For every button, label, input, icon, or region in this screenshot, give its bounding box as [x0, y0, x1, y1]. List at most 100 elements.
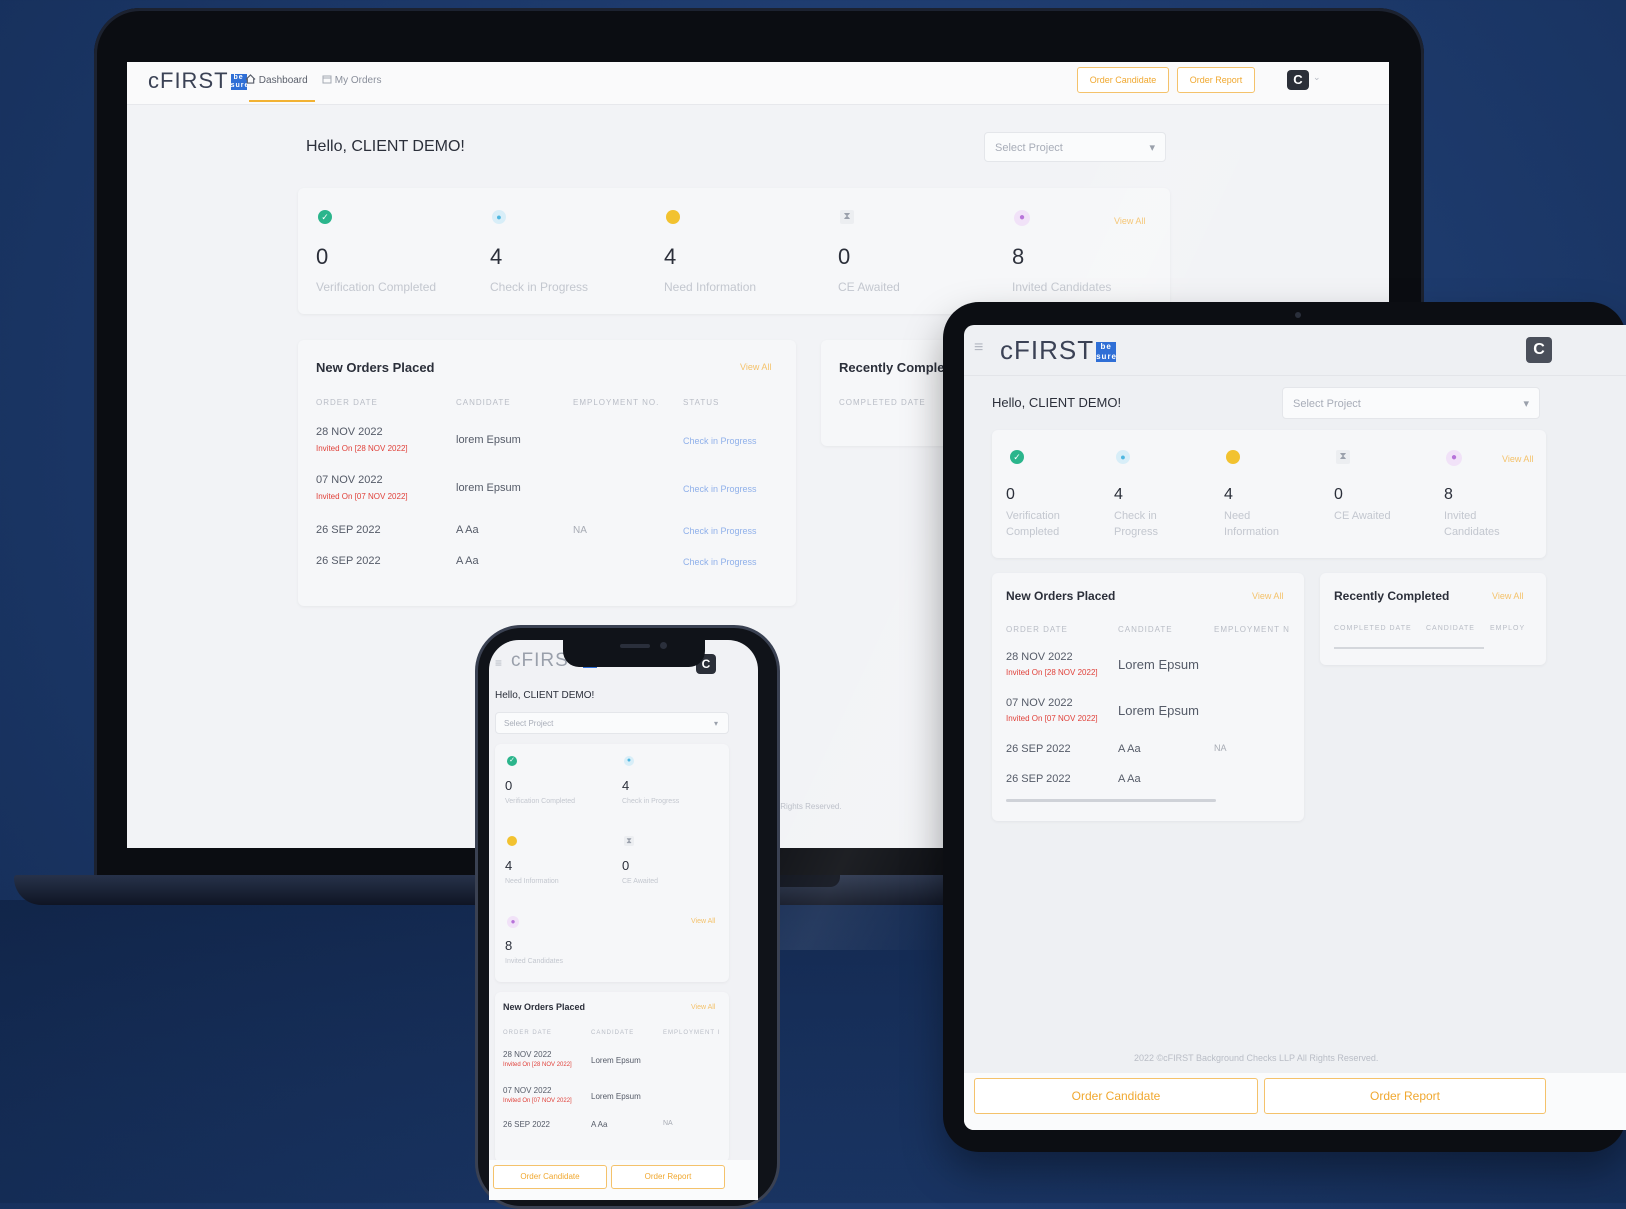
employment-no: NA [573, 525, 587, 536]
stat-verification-completed[interactable]: ✓ 0 Verification Completed [992, 430, 1102, 558]
hamburger-icon[interactable]: ≡ [974, 339, 983, 357]
stats-card: ✓ 0 Verification Completed ● 4 Check in … [495, 744, 729, 982]
info-icon [507, 836, 517, 846]
panel-title: New Orders Placed [503, 1002, 586, 1012]
stats-card: ✓ 0 Verification Completed ● 4 Check in … [992, 430, 1546, 558]
order-report-button[interactable]: Order Report [611, 1165, 725, 1189]
brand-logo[interactable]: cFIRSTbe sure [148, 68, 248, 94]
horizontal-scrollbar[interactable] [1334, 647, 1484, 649]
stat-verification-completed[interactable]: ✓ 0 Verification Completed [298, 188, 472, 314]
select-project-dropdown[interactable]: Select Project ▾ [1282, 387, 1540, 419]
stat-invited-candidates[interactable]: ● View All 8 Invited Candidates [1432, 430, 1546, 558]
invited-on: Invited On [07 NOV 2022] [503, 1098, 572, 1104]
column-header: COMPLETED DATE [1334, 625, 1412, 632]
caret-down-icon: ▾ [713, 719, 718, 728]
candidate-name[interactable]: Lorem Epsum [591, 1092, 641, 1101]
new-orders-view-all-link[interactable]: View All [740, 362, 771, 372]
order-candidate-button[interactable]: Order Candidate [1077, 67, 1169, 93]
info-icon [1226, 450, 1240, 464]
shield-check-icon: ✓ [318, 210, 332, 224]
nav-dashboard[interactable]: Dashboard [245, 74, 308, 86]
stats-card: ✓ 0 Verification Completed ● 4 Check in … [298, 188, 1170, 314]
stat-need-information[interactable]: 4 Need Information [646, 188, 820, 314]
order-candidate-button[interactable]: Order Candidate [493, 1165, 607, 1189]
logo-text: cFIRST [148, 68, 229, 93]
order-candidate-button[interactable]: Order Candidate [974, 1078, 1258, 1114]
brand-logo[interactable]: cFIRSTbe sure [1000, 335, 1118, 366]
stat-label: Need [1224, 510, 1251, 522]
order-report-button[interactable]: Order Report [1264, 1078, 1546, 1114]
stat-need-information[interactable]: 4 Need Information [495, 824, 612, 904]
phone-speaker [620, 644, 650, 648]
stat-check-in-progress[interactable]: ● 4 Check in Progress [1102, 430, 1212, 558]
status-badge: Check in Progress [683, 436, 757, 446]
stats-view-all-link[interactable]: View All [691, 918, 715, 925]
candidate-name[interactable]: lorem Epsum [456, 482, 521, 494]
stat-need-information[interactable]: 4 Need Information [1212, 430, 1322, 558]
nav-my-orders[interactable]: My Orders [322, 74, 381, 86]
stat-label: Check in Progress [622, 798, 680, 805]
candidate-name[interactable]: A Aa [591, 1120, 607, 1129]
invited-on: Invited On [28 NOV 2022] [1006, 668, 1098, 677]
stat-invited-candidates[interactable]: ● View All 8 Invited Candidates [495, 904, 729, 982]
stat-label: Information [1224, 526, 1280, 538]
select-project-dropdown[interactable]: Select Project ▾ [984, 132, 1166, 162]
horizontal-scrollbar[interactable] [1006, 799, 1216, 802]
candidate-name[interactable]: Lorem Epsum [1118, 657, 1199, 672]
stat-verification-completed[interactable]: ✓ 0 Verification Completed [495, 744, 612, 824]
stat-invited-candidates[interactable]: ● View All 8 Invited Candidates [994, 188, 1170, 314]
hamburger-icon[interactable]: ≡ [495, 656, 502, 670]
stat-check-in-progress[interactable]: ● 4 Check in Progress [612, 744, 729, 824]
stat-label: Verification Completed [505, 798, 576, 805]
stats-view-all-link[interactable]: View All [1114, 216, 1145, 226]
stat-ce-awaited[interactable]: ⧗ 0 CE Awaited [820, 188, 994, 314]
stat-ce-awaited[interactable]: ⧗ 0 CE Awaited [612, 824, 729, 904]
new-orders-view-all-link[interactable]: View All [691, 1004, 715, 1011]
select-project-dropdown[interactable]: Select Project ▾ [495, 712, 729, 734]
shield-check-icon: ✓ [507, 756, 517, 766]
column-header: EMPLOYMENT I [663, 1030, 721, 1036]
new-orders-view-all-link[interactable]: View All [1252, 591, 1283, 601]
panel-title: Recently Comple [839, 360, 945, 375]
select-project-placeholder: Select Project [995, 142, 1063, 154]
status-badge: Check in Progress [683, 557, 757, 567]
candidate-name[interactable]: lorem Epsum [456, 434, 521, 446]
recently-completed-panel: Recently Completed View All COMPLETED DA… [1320, 573, 1546, 665]
stat-label: Invited Candidates [1012, 280, 1112, 294]
order-date: 26 SEP 2022 [503, 1120, 551, 1129]
chevron-down-icon[interactable]: ⌄ [1313, 72, 1321, 83]
top-navbar: cFIRST be sure Dashboard My Orders Order … [127, 62, 1389, 105]
stat-ce-awaited[interactable]: ⧗ 0 CE Awaited [1322, 430, 1432, 558]
stat-check-in-progress[interactable]: ● 4 Check in Progress [472, 188, 646, 314]
order-date: 28 NOV 2022 [1006, 651, 1073, 663]
header-divider [964, 375, 1626, 376]
candidate-name[interactable]: A Aa [1118, 773, 1141, 785]
order-date: 28 NOV 2022 [503, 1050, 552, 1059]
candidate-name[interactable]: A Aa [456, 524, 479, 536]
nav-my-orders-label: My Orders [334, 75, 382, 86]
stats-view-all-link[interactable]: View All [1502, 454, 1533, 464]
candidate-name[interactable]: Lorem Epsum [591, 1056, 641, 1065]
candidate-name[interactable]: Lorem Epsum [1118, 703, 1199, 718]
users-icon: ● [507, 916, 519, 928]
candidate-name[interactable]: A Aa [1118, 743, 1141, 755]
hourglass-icon: ⧗ [1336, 450, 1350, 464]
stat-label: CE Awaited [622, 878, 659, 885]
recently-completed-view-all-link[interactable]: View All [1492, 591, 1523, 601]
logo-mark: be sure [1096, 342, 1118, 363]
candidate-name[interactable]: A Aa [456, 555, 479, 567]
logo-text: cFIRST [1000, 335, 1095, 365]
avatar[interactable]: C [1287, 70, 1309, 90]
stat-value: 4 [664, 244, 677, 269]
order-date: 26 SEP 2022 [1006, 773, 1071, 785]
stat-value: 8 [505, 938, 513, 953]
stat-value: 0 [622, 858, 630, 873]
avatar[interactable]: C [1526, 337, 1552, 363]
stat-value: 0 [1334, 486, 1343, 503]
invited-on: Invited On [28 NOV 2022] [503, 1062, 572, 1068]
user-icon: ● [492, 210, 506, 224]
column-header: ORDER DATE [316, 398, 378, 407]
order-date: 26 SEP 2022 [1006, 743, 1071, 755]
order-report-button[interactable]: Order Report [1177, 67, 1255, 93]
nav-dashboard-label: Dashboard [258, 75, 308, 86]
